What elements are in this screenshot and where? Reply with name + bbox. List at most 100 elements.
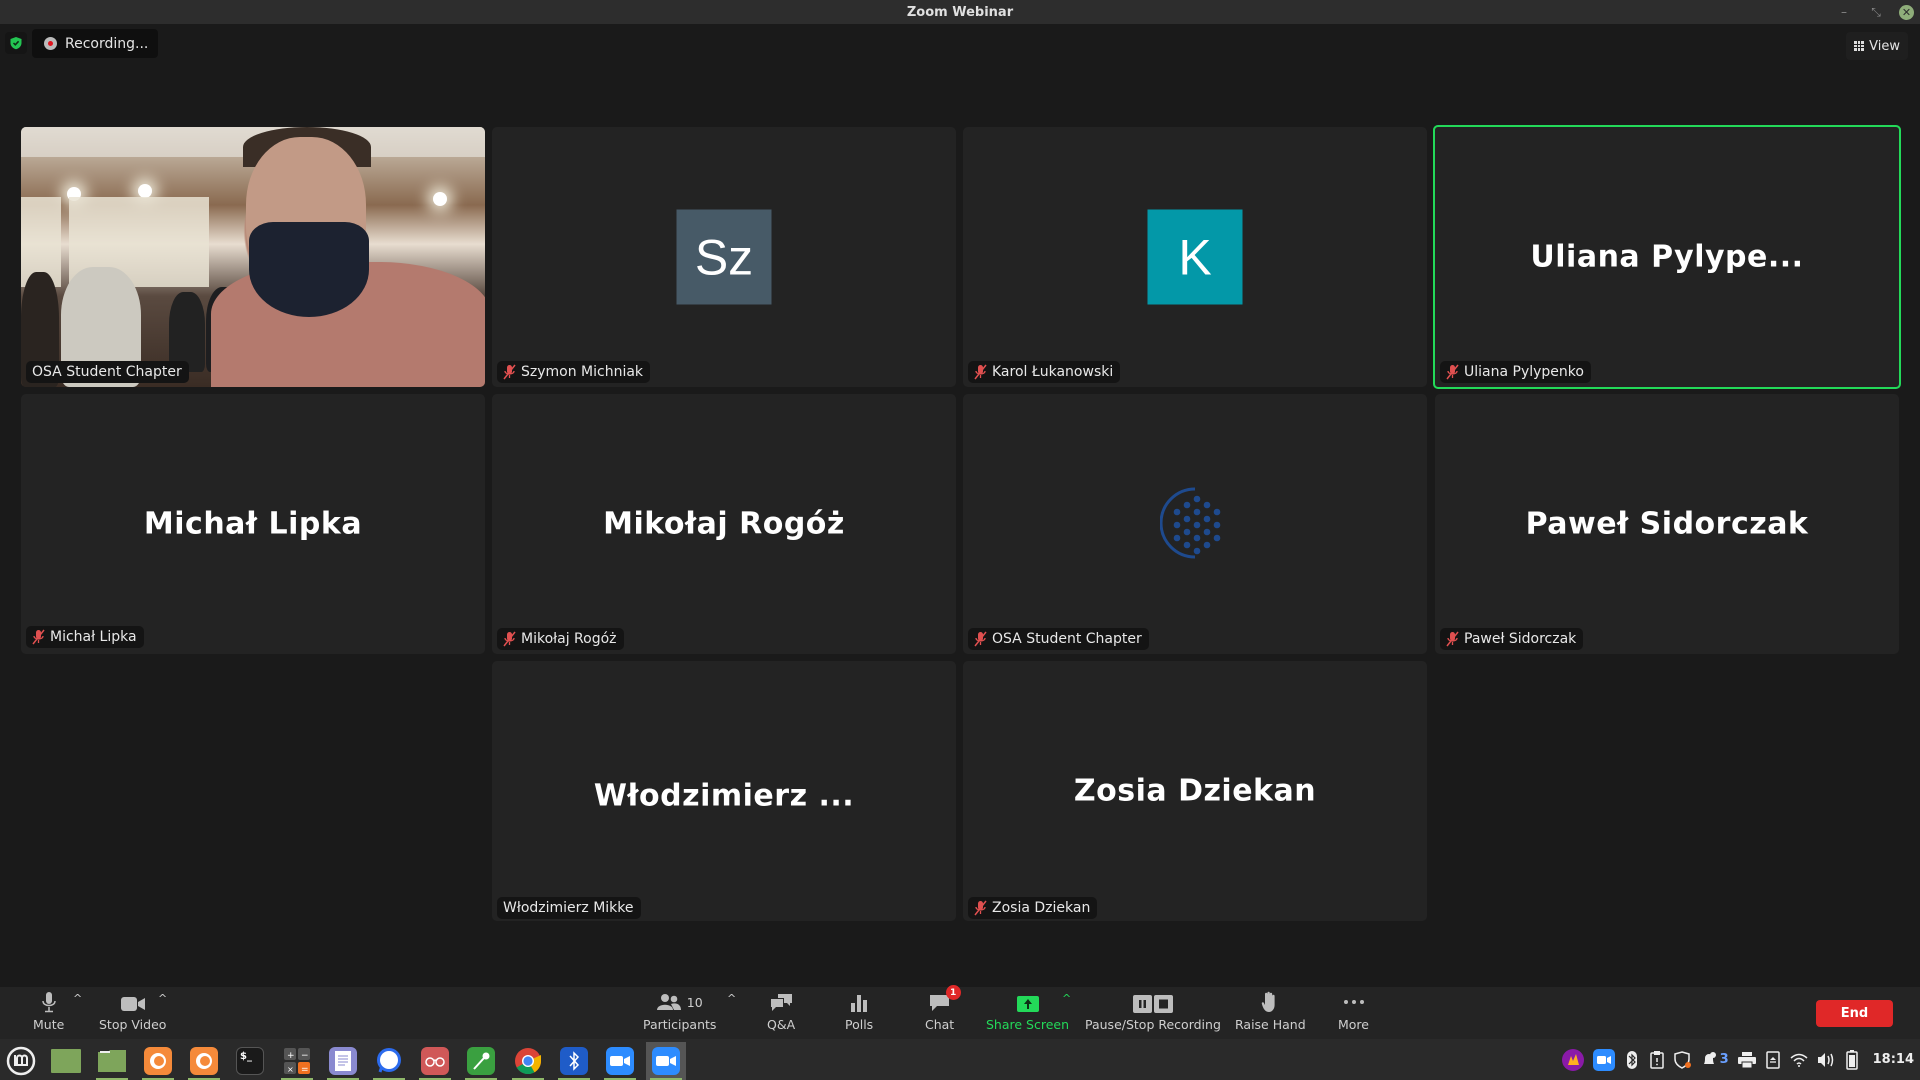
audio-options-caret-icon[interactable]: ^ <box>73 992 82 1005</box>
mic-muted-icon <box>974 900 987 916</box>
participant-nametag: Szymon Michniak <box>497 361 651 383</box>
participant-name: Michał Lipka <box>50 629 137 645</box>
polls-label: Polls <box>845 1017 874 1032</box>
chrome-icon <box>515 1048 542 1075</box>
participant-display-name: Zosia Dziekan <box>1073 773 1317 809</box>
video-tile[interactable]: OSA Student Chapter <box>21 127 485 387</box>
chat-unread-badge: 1 <box>945 985 961 1000</box>
view-label: View <box>1869 38 1900 54</box>
participants-button[interactable]: 10 Participants <box>643 991 716 1032</box>
bluetooth-tray-icon[interactable] <box>1624 1050 1640 1070</box>
text-editor-icon <box>329 1047 357 1075</box>
taskbar-reader[interactable] <box>415 1042 455 1080</box>
video-tile[interactable]: K Karol Łukanowski <box>963 127 1427 387</box>
microphone-icon <box>41 991 57 1013</box>
taskbar-bluetooth[interactable] <box>554 1042 594 1080</box>
video-tile-active-speaker[interactable]: Uliana Pylype... Uliana Pylypenko <box>1433 125 1901 389</box>
video-tile[interactable]: Włodzimierz ... Włodzimierz Mikke <box>492 661 956 921</box>
taskbar-terminal[interactable]: $_ <box>230 1042 270 1080</box>
qa-label: Q&A <box>767 1017 796 1032</box>
chat-label: Chat <box>925 1017 955 1032</box>
taskbar-firefox-2[interactable] <box>184 1042 224 1080</box>
participant-name: OSA Student Chapter <box>992 631 1142 647</box>
participant-nametag: Paweł Sidorczak <box>1440 628 1584 650</box>
window-controls: – ⤡ ✕ <box>1835 3 1914 21</box>
pause-stop-recording-button[interactable]: Pause/Stop Recording <box>1085 991 1221 1032</box>
view-button[interactable]: View <box>1846 32 1908 60</box>
zoom-tray-icon[interactable] <box>1592 1048 1615 1071</box>
taskbar-calculator[interactable]: + − × = <box>277 1042 317 1080</box>
share-options-caret-icon[interactable]: ^ <box>1062 992 1071 1005</box>
qa-button[interactable]: Q&A <box>767 991 795 1032</box>
avatar: K <box>1147 209 1243 305</box>
minimize-button[interactable]: – <box>1835 3 1853 21</box>
svg-text:=: = <box>301 1065 309 1075</box>
share-screen-arrow-icon <box>1016 991 1040 1013</box>
mic-muted-icon <box>503 364 516 380</box>
participant-display-name: Paweł Sidorczak <box>1525 506 1809 542</box>
taskbar-text-editor[interactable] <box>323 1042 363 1080</box>
mute-button[interactable]: Mute <box>33 991 64 1032</box>
notifications-tray-icon[interactable]: 3 <box>1701 1050 1729 1070</box>
participant-nametag: Włodzimierz Mikke <box>497 897 641 919</box>
participants-options-caret-icon[interactable]: ^ <box>727 992 736 1005</box>
more-button[interactable]: More <box>1338 991 1369 1032</box>
battery-tray-icon[interactable] <box>1844 1049 1860 1070</box>
clock[interactable]: 18:14 <box>1873 1052 1914 1067</box>
polls-button[interactable]: Polls <box>845 991 873 1032</box>
video-tile[interactable]: Mikołaj Rogóż Mikołaj Rogóż <box>492 394 956 654</box>
notification-count: 3 <box>1719 1052 1729 1067</box>
taskbar-signal[interactable] <box>369 1042 409 1080</box>
mic-muted-icon <box>974 631 987 647</box>
loading-spinner-icon <box>1160 487 1221 559</box>
participant-name: Mikołaj Rogóż <box>521 631 617 647</box>
chat-button[interactable]: 1 Chat <box>925 985 961 1032</box>
pause-stop-recording-label: Pause/Stop Recording <box>1085 1017 1221 1032</box>
participant-display-name: Michał Lipka <box>143 506 363 542</box>
zoom-camera-icon <box>652 1047 680 1075</box>
stop-video-button[interactable]: Stop Video <box>99 991 166 1032</box>
wifi-tray-icon[interactable] <box>1790 1050 1808 1070</box>
video-tile[interactable]: Zosia Dziekan Zosia Dziekan <box>963 661 1427 921</box>
meeting-toolbar: Mute ^ Stop Video ^ 10 Participants ^ Q&… <box>0 985 1920 1039</box>
taskbar-zoom[interactable] <box>600 1042 640 1080</box>
close-button[interactable]: ✕ <box>1899 4 1914 20</box>
end-meeting-button[interactable]: End <box>1816 1000 1893 1027</box>
window-titlebar: Zoom Webinar – ⤡ ✕ <box>0 0 1920 24</box>
participant-name: Paweł Sidorczak <box>1464 631 1577 647</box>
raise-hand-button[interactable]: Raise Hand <box>1235 991 1306 1032</box>
update-shield-tray-icon[interactable] <box>1673 1050 1692 1070</box>
taskbar-files[interactable] <box>92 1042 132 1080</box>
restore-button[interactable]: ⤡ <box>1867 3 1885 21</box>
video-tile[interactable]: Michał Lipka Michał Lipka <box>21 394 485 654</box>
mic-muted-icon <box>1446 631 1459 647</box>
mic-muted-icon <box>1446 364 1459 380</box>
meeting-topbar: Recording... View <box>0 24 1920 62</box>
recording-indicator[interactable]: Recording... <box>32 29 159 58</box>
participant-name: Zosia Dziekan <box>992 900 1091 916</box>
removable-drive-tray-icon[interactable] <box>1765 1050 1781 1070</box>
flameshot-icon[interactable] <box>1561 1048 1584 1071</box>
taskbar-show-desktop[interactable] <box>46 1042 86 1080</box>
video-tile[interactable]: OSA Student Chapter <box>963 394 1427 654</box>
video-tile[interactable]: Sz Szymon Michniak <box>492 127 956 387</box>
participant-name: Włodzimierz Mikke <box>503 900 634 916</box>
desktop-icon <box>51 1049 81 1073</box>
volume-tray-icon[interactable] <box>1817 1050 1835 1070</box>
taskbar-chrome[interactable] <box>508 1042 548 1080</box>
grid-view-icon <box>1854 41 1865 51</box>
taskbar-zoom-webinar[interactable] <box>646 1042 686 1080</box>
signal-icon <box>377 1048 401 1073</box>
qa-bubbles-icon <box>769 991 793 1013</box>
taskbar-mint-menu[interactable] <box>1 1042 41 1080</box>
taskbar-firefox[interactable] <box>138 1042 178 1080</box>
video-tile[interactable]: Paweł Sidorczak Paweł Sidorczak <box>1435 394 1899 654</box>
security-shield-icon[interactable] <box>5 32 27 54</box>
printer-tray-icon[interactable] <box>1737 1050 1756 1070</box>
taskbar-keyring[interactable] <box>461 1042 501 1080</box>
video-options-caret-icon[interactable]: ^ <box>158 992 167 1005</box>
mic-muted-icon <box>974 364 987 380</box>
share-screen-button[interactable]: Share Screen <box>986 991 1069 1032</box>
pause-icon <box>1132 995 1152 1013</box>
clipboard-tray-icon[interactable] <box>1649 1050 1665 1070</box>
